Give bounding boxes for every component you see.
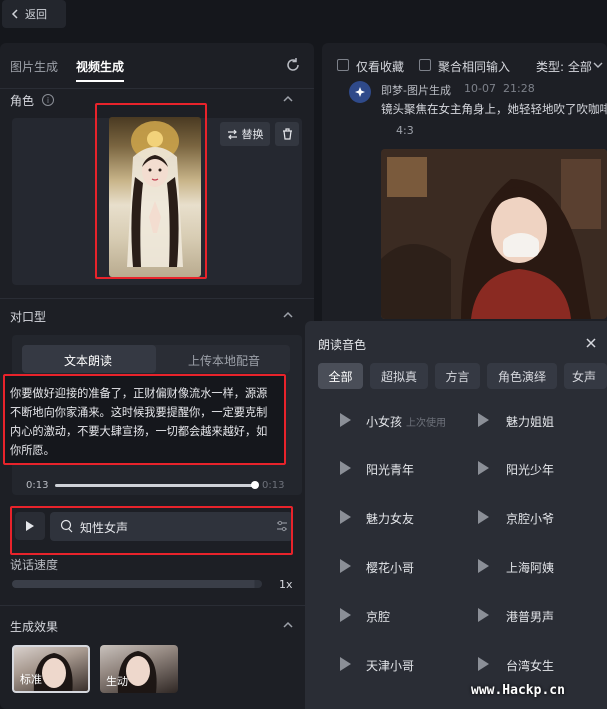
divider xyxy=(0,88,314,89)
lip-sync-section-title: 对口型 xyxy=(10,310,47,324)
feed-prompt: 镜头聚焦在女主角身上，她轻轻地吹了吹咖啡 xyxy=(381,102,607,116)
speed-slider[interactable] xyxy=(12,580,262,588)
voice-name: 阳光少年 xyxy=(506,463,555,477)
voice-item[interactable]: 京腔 xyxy=(328,595,458,635)
watermark: www.Hackp.cn xyxy=(471,683,565,698)
play-icon xyxy=(478,559,489,573)
play-icon xyxy=(478,461,489,475)
feed-time: 21:28 xyxy=(503,82,535,95)
delete-button[interactable] xyxy=(275,122,299,146)
effect-vivid-label: 生动 xyxy=(106,675,128,688)
close-icon[interactable] xyxy=(585,337,597,349)
info-icon[interactable]: i xyxy=(42,94,54,106)
swap-icon xyxy=(227,129,237,139)
voice-item[interactable]: 港普男声 xyxy=(468,595,598,635)
category-hyper-real[interactable]: 超拟真 xyxy=(370,363,428,389)
merge-label: 聚合相同输入 xyxy=(438,60,511,74)
voice-item[interactable]: 天津小哥 xyxy=(328,644,458,684)
play-icon xyxy=(478,608,489,622)
play-icon xyxy=(340,510,351,524)
voice-name: 魅力姐姐 xyxy=(506,415,555,429)
category-all[interactable]: 全部 xyxy=(318,363,363,389)
dreamina-logo-icon xyxy=(349,81,371,103)
back-button[interactable]: 返回 xyxy=(2,0,66,28)
voice-item[interactable]: 阳光青年 xyxy=(328,448,458,488)
tab-video-generation[interactable]: 视频生成 xyxy=(76,58,124,75)
voice-item[interactable]: 樱花小哥 xyxy=(328,546,458,586)
divider xyxy=(0,298,314,299)
voice-name: 港普男声 xyxy=(506,610,555,624)
voice-name: 京腔小爷 xyxy=(506,512,555,526)
feed-date: 10-07 xyxy=(464,82,496,95)
play-icon xyxy=(340,608,351,622)
time-current: 0:13 xyxy=(26,480,49,491)
speed-section-title: 说话速度 xyxy=(10,558,59,572)
effect-standard[interactable]: 标准 xyxy=(12,645,90,693)
voice-name: 樱花小哥 xyxy=(366,561,415,575)
back-label: 返回 xyxy=(25,8,47,21)
voice-item[interactable]: 小女孩 上次使用 xyxy=(328,400,458,440)
last-used-note: 上次使用 xyxy=(406,418,446,429)
merge-checkbox[interactable] xyxy=(419,59,431,71)
replace-label: 替换 xyxy=(241,128,264,141)
type-filter[interactable]: 类型: 全部 xyxy=(536,58,592,75)
tab-image-generation[interactable]: 图片生成 xyxy=(10,58,58,75)
voice-panel-title: 朗读音色 xyxy=(318,338,367,352)
effect-standard-label: 标准 xyxy=(20,673,42,686)
play-icon xyxy=(478,413,489,427)
play-icon xyxy=(340,461,351,475)
favorites-label: 仅看收藏 xyxy=(356,60,405,74)
effect-section-title: 生成效果 xyxy=(10,620,59,634)
play-icon xyxy=(340,413,351,427)
refresh-icon[interactable] xyxy=(285,57,301,73)
category-dialect[interactable]: 方言 xyxy=(435,363,480,389)
divider xyxy=(0,605,314,606)
voice-item[interactable]: 台湾女生 xyxy=(468,644,598,684)
voice-name: 魅力女友 xyxy=(366,512,415,526)
category-role-play[interactable]: 角色演绎 xyxy=(487,363,557,389)
chevron-up-icon[interactable] xyxy=(283,310,293,320)
voice-item[interactable]: 阳光少年 xyxy=(468,448,598,488)
tab-active-indicator xyxy=(76,80,124,82)
play-icon xyxy=(340,559,351,573)
highlight-box xyxy=(95,103,207,279)
replace-button[interactable]: 替换 xyxy=(220,122,270,146)
feed-ratio: 4:3 xyxy=(396,124,414,137)
voice-name: 阳光青年 xyxy=(366,463,415,477)
voice-item[interactable]: 魅力姐姐 xyxy=(468,400,598,440)
voice-name: 京腔 xyxy=(366,610,391,624)
highlight-box xyxy=(10,506,293,555)
highlight-box xyxy=(3,374,286,465)
voice-name: 小女孩 xyxy=(366,415,403,429)
voice-item[interactable]: 京腔小爷 xyxy=(468,497,598,537)
cafe-woman-illustration xyxy=(381,149,607,319)
chevron-up-icon[interactable] xyxy=(283,620,293,630)
voice-name: 台湾女生 xyxy=(506,659,555,673)
chevron-left-icon xyxy=(11,9,18,19)
voice-grid: 小女孩 上次使用 魅力姐姐 阳光青年 阳光少年 魅力女友 京腔小爷 樱花小哥 上… xyxy=(318,400,607,700)
mode-text-read[interactable]: 文本朗读 xyxy=(64,352,112,369)
speed-value: 1x xyxy=(279,578,293,591)
voice-name: 天津小哥 xyxy=(366,659,415,673)
generated-image[interactable] xyxy=(381,149,607,319)
category-female[interactable]: 女声 xyxy=(564,363,607,389)
audio-progress-bar[interactable] xyxy=(55,484,255,487)
play-icon xyxy=(340,657,351,671)
feed-source: 即梦-图片生成 xyxy=(381,84,451,97)
mode-upload-audio[interactable]: 上传本地配音 xyxy=(188,352,260,369)
voice-item[interactable]: 上海阿姨 xyxy=(468,546,598,586)
play-icon xyxy=(478,510,489,524)
role-section-title: 角色 xyxy=(10,94,35,108)
effect-vivid[interactable]: 生动 xyxy=(100,645,178,693)
play-icon xyxy=(478,657,489,671)
audio-progress-knob[interactable] xyxy=(251,481,259,489)
chevron-down-icon[interactable] xyxy=(593,61,603,69)
chevron-up-icon[interactable] xyxy=(283,94,293,104)
voice-name: 上海阿姨 xyxy=(506,561,555,575)
trash-icon xyxy=(282,128,292,140)
voice-item[interactable]: 魅力女友 xyxy=(328,497,458,537)
time-total: 0:13 xyxy=(262,480,285,491)
favorites-checkbox[interactable] xyxy=(337,59,349,71)
